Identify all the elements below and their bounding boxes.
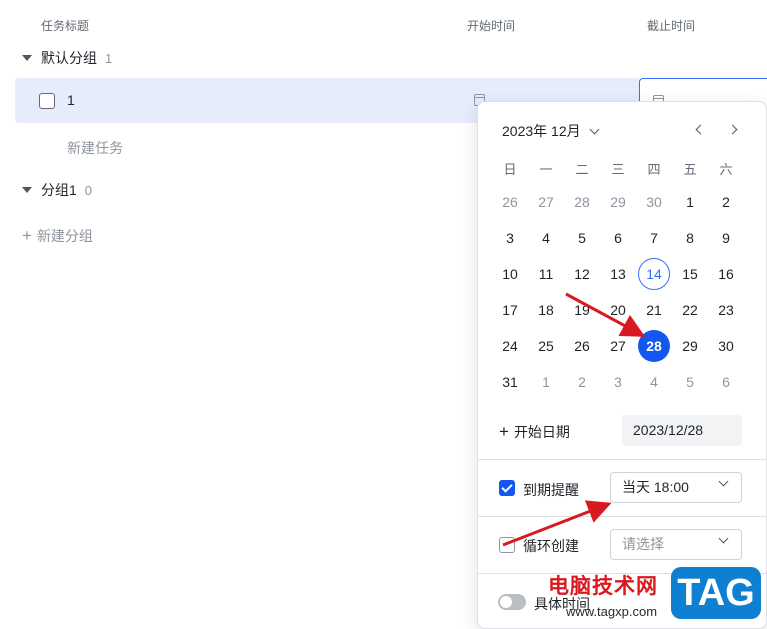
task-checkbox[interactable]	[39, 93, 55, 109]
calendar-day[interactable]: 8	[674, 222, 706, 254]
recurring-placeholder: 请选择	[622, 536, 664, 552]
calendar-day[interactable]: 14	[638, 258, 670, 290]
month-selector[interactable]: 2023年 12月	[502, 121, 600, 141]
calendar-day[interactable]: 19	[566, 294, 598, 326]
month-label: 2023年 12月	[502, 123, 581, 139]
chevron-right-icon	[727, 124, 738, 135]
reminder-checkbox[interactable]	[499, 480, 515, 496]
calendar-day[interactable]: 29	[602, 186, 634, 218]
calendar-day[interactable]: 2	[710, 186, 742, 218]
recurring-label: 循环创建	[523, 538, 579, 554]
group-name: 默认分组	[41, 50, 97, 66]
calendar-day[interactable]: 31	[494, 366, 526, 398]
calendar-day[interactable]: 11	[530, 258, 562, 290]
calendar-day[interactable]: 26	[566, 330, 598, 362]
divider	[478, 459, 766, 460]
watermark-logo: TAG	[671, 567, 761, 619]
calendar-day[interactable]: 5	[566, 222, 598, 254]
calendar-day[interactable]: 29	[674, 330, 706, 362]
reminder-time-select[interactable]: 当天 18:00	[610, 472, 742, 503]
new-task-button[interactable]: 新建任务	[67, 138, 123, 158]
calendar-day[interactable]: 6	[710, 366, 742, 398]
group-count: 1	[105, 50, 113, 66]
caret-down-icon[interactable]	[22, 55, 32, 61]
task-title[interactable]: 1	[67, 92, 75, 108]
calendar-day[interactable]: 1	[674, 186, 706, 218]
plus-icon: +	[22, 226, 32, 245]
calendar-day[interactable]: 15	[674, 258, 706, 290]
calendar-day[interactable]: 13	[602, 258, 634, 290]
calendar-day[interactable]: 4	[530, 222, 562, 254]
weekday-label: 日	[503, 162, 517, 177]
caret-down-icon[interactable]	[22, 187, 32, 193]
weekday-label: 一	[539, 162, 553, 177]
calendar-day[interactable]: 28	[638, 330, 670, 362]
divider	[478, 516, 766, 517]
next-month-button[interactable]	[724, 122, 742, 138]
calendar-day[interactable]: 6	[602, 222, 634, 254]
calendar-day[interactable]: 4	[638, 366, 670, 398]
column-header-deadline: 截止时间	[647, 19, 696, 33]
calendar-day[interactable]: 30	[710, 330, 742, 362]
watermark-site-name: 电脑技术网	[548, 575, 658, 598]
calendar-day[interactable]: 20	[602, 294, 634, 326]
new-group-button[interactable]: + 新建分组	[22, 226, 93, 246]
calendar-day[interactable]: 26	[494, 186, 526, 218]
calendar-day[interactable]: 22	[674, 294, 706, 326]
recurring-checkbox[interactable]	[499, 537, 515, 553]
calendar-day[interactable]: 21	[638, 294, 670, 326]
calendar-day[interactable]: 24	[494, 330, 526, 362]
calendar-day[interactable]: 30	[638, 186, 670, 218]
calendar-day[interactable]: 3	[494, 222, 526, 254]
weekday-label: 四	[647, 162, 661, 177]
group-header-1[interactable]: 分组1 0	[22, 180, 92, 200]
weekday-label: 二	[575, 162, 589, 177]
prev-month-button[interactable]	[692, 122, 710, 138]
calendar-day[interactable]: 25	[530, 330, 562, 362]
start-date-label: 开始日期	[513, 424, 570, 440]
calendar-day[interactable]: 12	[566, 258, 598, 290]
watermark-url: www.tagxp.com	[566, 604, 658, 619]
column-header-title: 任务标题	[41, 19, 90, 33]
weekday-label: 五	[683, 162, 697, 177]
calendar-day[interactable]: 18	[530, 294, 562, 326]
calendar-day[interactable]: 9	[710, 222, 742, 254]
weekday-label: 三	[611, 162, 625, 177]
calendar-day[interactable]: 2	[566, 366, 598, 398]
calendar-day[interactable]: 1	[530, 366, 562, 398]
chevron-down-icon	[718, 476, 729, 487]
chevron-left-icon	[695, 124, 706, 135]
calendar-day[interactable]: 10	[494, 258, 526, 290]
column-header-start: 开始时间	[467, 19, 516, 33]
group-header-default[interactable]: 默认分组 1	[22, 48, 112, 68]
group-name: 分组1	[41, 182, 77, 198]
chevron-down-icon	[589, 124, 600, 134]
recurring-select[interactable]: 请选择	[610, 529, 742, 560]
reminder-label: 到期提醒	[523, 482, 579, 498]
calendar-day[interactable]: 27	[602, 330, 634, 362]
date-picker-popover: 2023年 12月 日一二三四五六 26 27 28 29 30 1 2 3 4 5 6 7 8 9 10 1…	[477, 101, 767, 629]
plus-icon: +	[499, 422, 509, 441]
calendar-day[interactable]: 27	[530, 186, 562, 218]
group-count: 0	[84, 182, 93, 198]
calendar-day[interactable]: 5	[674, 366, 706, 398]
weekday-label: 六	[719, 162, 733, 177]
calendar-day[interactable]: 28	[566, 186, 598, 218]
calendar-day[interactable]: 23	[710, 294, 742, 326]
add-start-date-button[interactable]: + 开始日期	[499, 422, 570, 442]
calendar-day[interactable]: 16	[710, 258, 742, 290]
specific-time-toggle[interactable]	[498, 594, 526, 610]
chevron-down-icon	[718, 533, 729, 544]
deadline-date-input[interactable]: 2023/12/28	[622, 415, 742, 446]
new-group-label: 新建分组	[36, 228, 93, 244]
calendar-day[interactable]: 7	[638, 222, 670, 254]
calendar-day[interactable]: 17	[494, 294, 526, 326]
calendar-day[interactable]: 3	[602, 366, 634, 398]
reminder-time-value: 当天 18:00	[622, 479, 689, 495]
